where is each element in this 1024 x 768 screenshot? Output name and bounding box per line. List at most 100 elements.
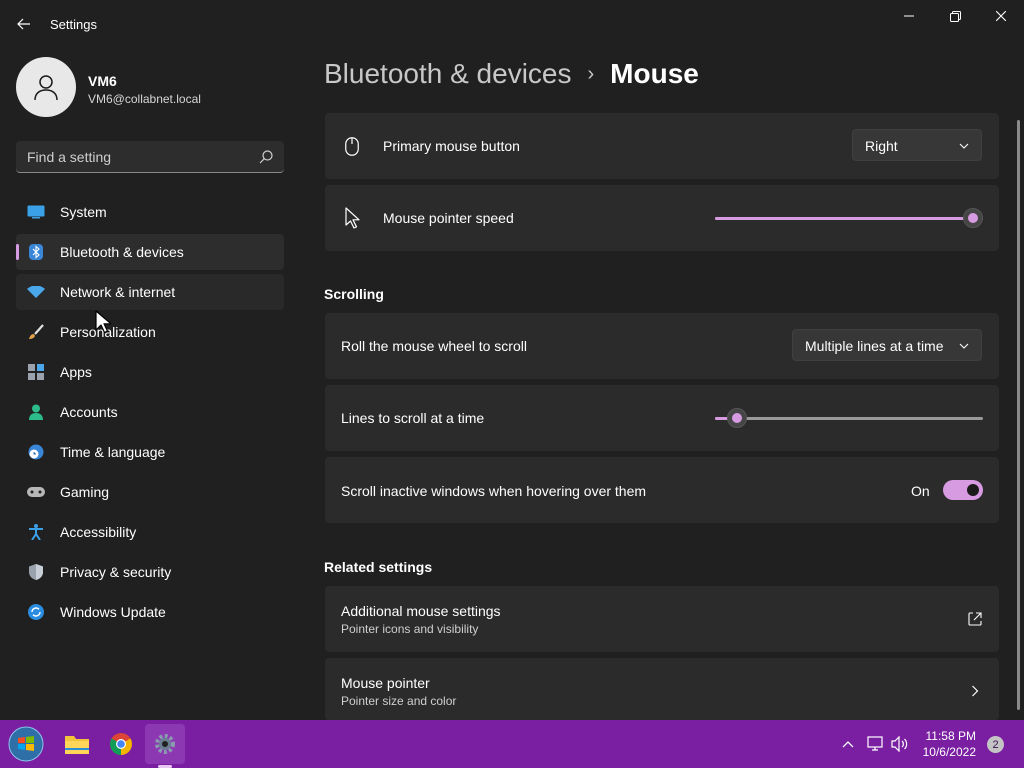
roll-wheel-dropdown[interactable]: Multiple lines at a time bbox=[792, 329, 982, 361]
sidebar-item-accessibility[interactable]: Accessibility bbox=[16, 514, 284, 550]
profile-name: VM6 bbox=[88, 73, 117, 89]
update-icon bbox=[27, 604, 45, 620]
apps-icon bbox=[27, 364, 45, 380]
selection-indicator bbox=[16, 244, 19, 260]
slider-track bbox=[715, 417, 983, 420]
toggle-state-label: On bbox=[911, 483, 930, 499]
sidebar-item-label: Accessibility bbox=[60, 524, 137, 540]
scrolling-section-title: Scrolling bbox=[324, 286, 384, 302]
restore-icon bbox=[949, 10, 961, 22]
additional-mouse-settings-label: Additional mouse settings bbox=[341, 603, 501, 619]
notification-badge[interactable]: 2 bbox=[987, 736, 1004, 753]
lines-to-scroll-card: Lines to scroll at a time bbox=[325, 385, 999, 451]
restore-button[interactable] bbox=[932, 0, 978, 32]
shield-icon bbox=[27, 564, 45, 580]
dropdown-value: Multiple lines at a time bbox=[805, 338, 944, 354]
sidebar-item-gaming[interactable]: Gaming bbox=[16, 474, 284, 510]
sidebar-item-time-language[interactable]: Time & language bbox=[16, 434, 284, 470]
additional-mouse-settings-link[interactable]: Additional mouse settings Pointer icons … bbox=[325, 586, 999, 652]
lines-to-scroll-slider[interactable] bbox=[715, 408, 983, 428]
lines-to-scroll-label: Lines to scroll at a time bbox=[341, 410, 485, 426]
sidebar-item-label: Windows Update bbox=[60, 604, 166, 620]
accessibility-icon bbox=[27, 524, 45, 540]
close-button[interactable] bbox=[978, 0, 1024, 32]
sidebar-item-system[interactable]: System bbox=[16, 194, 284, 230]
clock-time[interactable]: 11:58 PM bbox=[920, 729, 976, 743]
slider-thumb[interactable] bbox=[963, 208, 983, 228]
pointer-icon bbox=[345, 207, 360, 229]
search-input[interactable] bbox=[16, 141, 246, 172]
title-bar: Settings bbox=[0, 0, 1024, 48]
mouse-icon bbox=[345, 137, 359, 156]
scroll-inactive-card: Scroll inactive windows when hovering ov… bbox=[325, 457, 999, 523]
wifi-icon bbox=[27, 284, 45, 300]
sidebar-item-bluetooth[interactable]: Bluetooth & devices bbox=[16, 234, 284, 270]
page-title: Mouse bbox=[610, 58, 699, 89]
open-external-icon bbox=[968, 612, 982, 626]
sidebar-item-label: Privacy & security bbox=[60, 564, 172, 580]
scroll-inactive-toggle[interactable] bbox=[943, 480, 983, 500]
file-explorer-button[interactable] bbox=[57, 724, 97, 764]
mouse-cursor-icon bbox=[95, 310, 111, 334]
additional-mouse-settings-sublabel: Pointer icons and visibility bbox=[341, 622, 479, 636]
sidebar-item-label: Network & internet bbox=[60, 284, 176, 300]
chrome-button[interactable] bbox=[101, 724, 141, 764]
settings-taskbar-button[interactable] bbox=[145, 724, 185, 764]
sidebar-item-label: Bluetooth & devices bbox=[60, 244, 184, 260]
sidebar-item-personalization[interactable]: Personalization bbox=[16, 314, 284, 350]
chevron-down-icon bbox=[959, 143, 969, 149]
clock-date[interactable]: 10/6/2022 bbox=[920, 745, 976, 759]
breadcrumb-separator-icon: › bbox=[587, 62, 595, 85]
avatar[interactable] bbox=[16, 57, 76, 117]
start-orb-icon bbox=[8, 726, 44, 762]
show-hidden-icons-button[interactable] bbox=[838, 734, 858, 754]
bluetooth-icon bbox=[27, 244, 45, 260]
volume-icon bbox=[891, 736, 908, 752]
sidebar-item-label: Accounts bbox=[60, 404, 118, 420]
clock-globe-icon bbox=[27, 444, 45, 460]
primary-mouse-button-label: Primary mouse button bbox=[383, 138, 520, 154]
primary-mouse-button-dropdown[interactable]: Right bbox=[852, 129, 982, 161]
sidebar-item-label: Apps bbox=[60, 364, 92, 380]
scrollbar[interactable] bbox=[1017, 120, 1020, 710]
sidebar-item-network[interactable]: Network & internet bbox=[16, 274, 284, 310]
related-settings-title: Related settings bbox=[324, 559, 433, 575]
chevron-right-icon bbox=[972, 685, 979, 697]
brush-icon bbox=[27, 324, 45, 340]
network-tray-button[interactable] bbox=[866, 734, 886, 754]
profile-email: VM6@collabnet.local bbox=[88, 92, 201, 106]
minimize-button[interactable] bbox=[886, 0, 932, 32]
start-button[interactable] bbox=[6, 724, 46, 764]
slider-thumb[interactable] bbox=[727, 408, 748, 428]
sidebar-item-label: Gaming bbox=[60, 484, 110, 500]
person-icon bbox=[34, 75, 58, 101]
pointer-speed-label: Mouse pointer speed bbox=[383, 210, 514, 226]
sidebar-item-label: Time & language bbox=[60, 444, 166, 460]
dropdown-value: Right bbox=[865, 138, 898, 154]
person-icon bbox=[27, 404, 45, 420]
back-button[interactable] bbox=[10, 10, 38, 38]
breadcrumb: Bluetooth & devices › Mouse bbox=[324, 58, 699, 90]
scroll-inactive-label: Scroll inactive windows when hovering ov… bbox=[341, 483, 647, 499]
search-icon[interactable] bbox=[258, 149, 274, 165]
minimize-icon bbox=[904, 15, 914, 17]
sidebar-item-privacy[interactable]: Privacy & security bbox=[16, 554, 284, 590]
chrome-icon bbox=[110, 733, 132, 755]
chevron-up-icon bbox=[842, 741, 854, 748]
settings-gear-icon bbox=[155, 734, 175, 754]
sidebar-nav: System Bluetooth & devices Network & int… bbox=[16, 194, 284, 634]
roll-wheel-label: Roll the mouse wheel to scroll bbox=[341, 338, 527, 354]
mouse-pointer-sublabel: Pointer size and color bbox=[341, 694, 457, 708]
taskbar bbox=[0, 720, 1024, 768]
toggle-knob bbox=[967, 484, 979, 496]
sidebar-item-accounts[interactable]: Accounts bbox=[16, 394, 284, 430]
breadcrumb-parent-link[interactable]: Bluetooth & devices bbox=[324, 58, 572, 90]
network-icon bbox=[867, 736, 883, 751]
sidebar-item-windows-update[interactable]: Windows Update bbox=[16, 594, 284, 630]
sidebar-item-apps[interactable]: Apps bbox=[16, 354, 284, 390]
mouse-pointer-link[interactable]: Mouse pointer Pointer size and color bbox=[325, 658, 999, 720]
volume-tray-button[interactable] bbox=[890, 734, 910, 754]
gamepad-icon bbox=[27, 484, 45, 500]
mouse-pointer-label: Mouse pointer bbox=[341, 675, 430, 691]
pointer-speed-slider[interactable] bbox=[715, 208, 983, 228]
